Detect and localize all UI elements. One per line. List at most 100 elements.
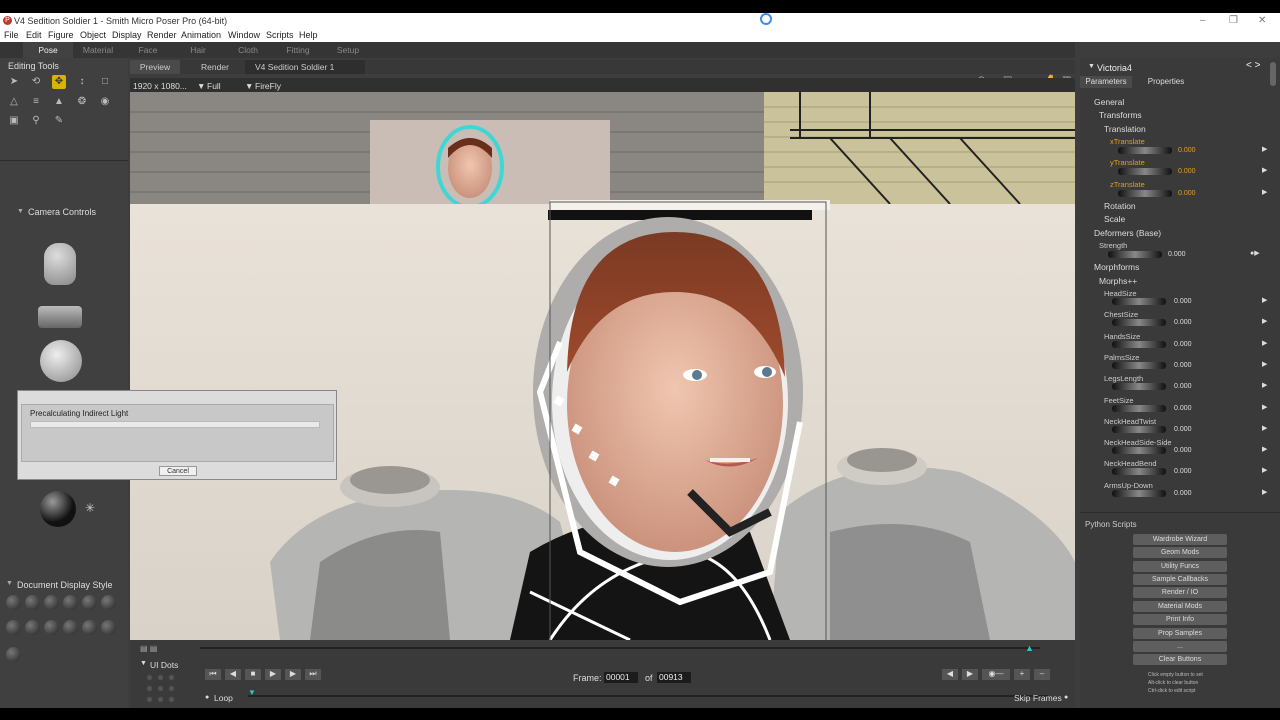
- menu-edit[interactable]: Edit: [26, 30, 42, 40]
- light-sphere-icon[interactable]: [40, 491, 76, 527]
- param-dial[interactable]: [1118, 147, 1172, 154]
- menu-render[interactable]: Render: [147, 30, 177, 40]
- param-dial[interactable]: [1112, 319, 1166, 327]
- prev-key-icon[interactable]: ◀: [225, 669, 241, 680]
- grouping-tool-icon[interactable]: ❂: [75, 95, 89, 109]
- param-dial[interactable]: [1112, 361, 1166, 369]
- param-menu-icon[interactable]: ▶: [1262, 145, 1267, 153]
- param-value[interactable]: 0.000: [1174, 490, 1192, 497]
- display-style-button[interactable]: [63, 620, 78, 635]
- tab-parameters[interactable]: Parameters: [1080, 76, 1132, 88]
- menu-display[interactable]: Display: [112, 30, 142, 40]
- prop-samples-button[interactable]: Prop Samples: [1133, 628, 1227, 639]
- param-value[interactable]: 0.000: [1174, 405, 1192, 412]
- display-style-button[interactable]: [101, 620, 116, 635]
- menu-animation[interactable]: Animation: [181, 30, 221, 40]
- collapse-arrow-icon[interactable]: ▼: [1088, 63, 1095, 70]
- param-value[interactable]: 0.000: [1174, 468, 1192, 475]
- param-dial[interactable]: [1112, 298, 1166, 305]
- param-value[interactable]: 0.000: [1174, 362, 1192, 369]
- light-icon[interactable]: ✳: [85, 501, 95, 515]
- tab-properties[interactable]: Properties: [1140, 76, 1192, 88]
- display-style-button[interactable]: [6, 620, 21, 635]
- display-style-button[interactable]: [82, 595, 97, 610]
- color-tool-icon[interactable]: ▲: [52, 95, 66, 109]
- clear-buttons-button[interactable]: Clear Buttons: [1133, 654, 1227, 665]
- menu-window[interactable]: Window: [228, 30, 260, 40]
- collapse-arrow-icon[interactable]: ▼: [6, 580, 13, 587]
- tab-preview[interactable]: Preview: [130, 60, 180, 74]
- next-key-icon[interactable]: ▶: [285, 669, 301, 680]
- param-dial[interactable]: [1108, 251, 1162, 258]
- timeline-playhead-icon[interactable]: ▲: [1025, 643, 1034, 653]
- tab-render[interactable]: Render: [190, 60, 240, 74]
- material-mods-button[interactable]: Material Mods: [1133, 601, 1227, 612]
- next-keyframe-icon[interactable]: ▶: [962, 669, 978, 680]
- param-menu-icon[interactable]: ▶: [1262, 488, 1267, 496]
- key-icon[interactable]: ◉—: [982, 669, 1010, 680]
- param-value[interactable]: 0.000: [1178, 190, 1196, 197]
- param-value[interactable]: 0.000: [1174, 319, 1192, 326]
- select-tool-icon[interactable]: ➤: [7, 75, 21, 89]
- room-setup[interactable]: Setup: [323, 42, 373, 58]
- geom-mods-button[interactable]: Geom Mods: [1133, 547, 1227, 558]
- param-menu-icon[interactable]: ▶: [1262, 317, 1267, 325]
- dropdown-arrow-icon[interactable]: ▼: [245, 81, 253, 91]
- param-menu-icon[interactable]: ▶: [1262, 296, 1267, 304]
- group-morphforms[interactable]: Morphforms: [1094, 262, 1280, 272]
- group-deformers[interactable]: Deformers (Base): [1094, 228, 1280, 238]
- maximize-icon[interactable]: ❐: [1229, 15, 1238, 26]
- loop-label[interactable]: Loop: [214, 693, 233, 703]
- room-face[interactable]: Face: [123, 42, 173, 58]
- dropdown-arrow-icon[interactable]: ▼: [197, 81, 205, 91]
- param-dial[interactable]: [1118, 190, 1172, 197]
- renderer-select[interactable]: FireFly: [255, 81, 281, 91]
- menu-help[interactable]: Help: [299, 30, 318, 40]
- last-frame-icon[interactable]: ⏭: [305, 669, 321, 680]
- display-style-button[interactable]: [44, 595, 59, 610]
- param-dial[interactable]: [1112, 447, 1166, 455]
- direct-manipulation-icon[interactable]: ✎: [52, 114, 66, 128]
- scrubber-handle-icon[interactable]: ▼: [248, 688, 256, 697]
- room-fitting[interactable]: Fitting: [273, 42, 323, 58]
- room-pose[interactable]: Pose: [23, 42, 73, 58]
- menu-scripts[interactable]: Scripts: [266, 30, 294, 40]
- param-value[interactable]: 0.000: [1178, 147, 1196, 154]
- frame-scrubber[interactable]: [248, 695, 1048, 697]
- camera-move-icon[interactable]: [38, 306, 82, 328]
- param-dial[interactable]: [1112, 404, 1166, 412]
- param-dial[interactable]: [1118, 168, 1172, 175]
- param-menu-icon[interactable]: ▶: [1262, 403, 1267, 411]
- param-value[interactable]: 0.000: [1174, 447, 1192, 454]
- skip-frames-label[interactable]: Skip Frames: [1014, 693, 1062, 703]
- empty-script-button[interactable]: ...: [1133, 641, 1227, 652]
- room-material[interactable]: Material: [73, 42, 123, 58]
- frame-total-field[interactable]: 00913: [657, 672, 691, 683]
- render-viewport[interactable]: [130, 92, 1075, 640]
- param-value[interactable]: 0.000: [1168, 251, 1186, 258]
- param-menu-icon[interactable]: ▶: [1262, 445, 1267, 453]
- display-style-button[interactable]: [6, 595, 21, 610]
- wardrobe-wizard-button[interactable]: Wardrobe Wizard: [1133, 534, 1227, 545]
- render-resolution[interactable]: 1920 x 1080...: [133, 81, 187, 91]
- group-scale[interactable]: Scale: [1104, 214, 1280, 224]
- param-value[interactable]: 0.000: [1178, 168, 1196, 175]
- param-dial[interactable]: [1112, 468, 1166, 476]
- move-tool-icon[interactable]: ↕: [75, 75, 89, 89]
- figure-name[interactable]: Victoria4: [1097, 63, 1132, 73]
- cancel-button[interactable]: Cancel: [159, 466, 197, 476]
- param-menu-icon[interactable]: ▶: [1262, 381, 1267, 389]
- param-dial[interactable]: [1112, 489, 1166, 497]
- display-style-button[interactable]: [82, 620, 97, 635]
- utility-funcs-button[interactable]: Utility Funcs: [1133, 561, 1227, 572]
- play-icon[interactable]: ▶: [265, 669, 281, 680]
- render-io-button[interactable]: Render / IO: [1133, 587, 1227, 598]
- room-hair[interactable]: Hair: [173, 42, 223, 58]
- collapse-arrow-icon[interactable]: ▼: [140, 660, 147, 667]
- ui-dots-grid[interactable]: [144, 672, 176, 704]
- param-menu-icon[interactable]: ▶: [1262, 424, 1267, 432]
- sample-callbacks-button[interactable]: Sample Callbacks: [1133, 574, 1227, 585]
- param-menu-icon[interactable]: ▶: [1262, 339, 1267, 347]
- skip-frames-toggle-icon[interactable]: ●: [1064, 694, 1068, 701]
- param-menu-icon[interactable]: ▶: [1262, 166, 1267, 174]
